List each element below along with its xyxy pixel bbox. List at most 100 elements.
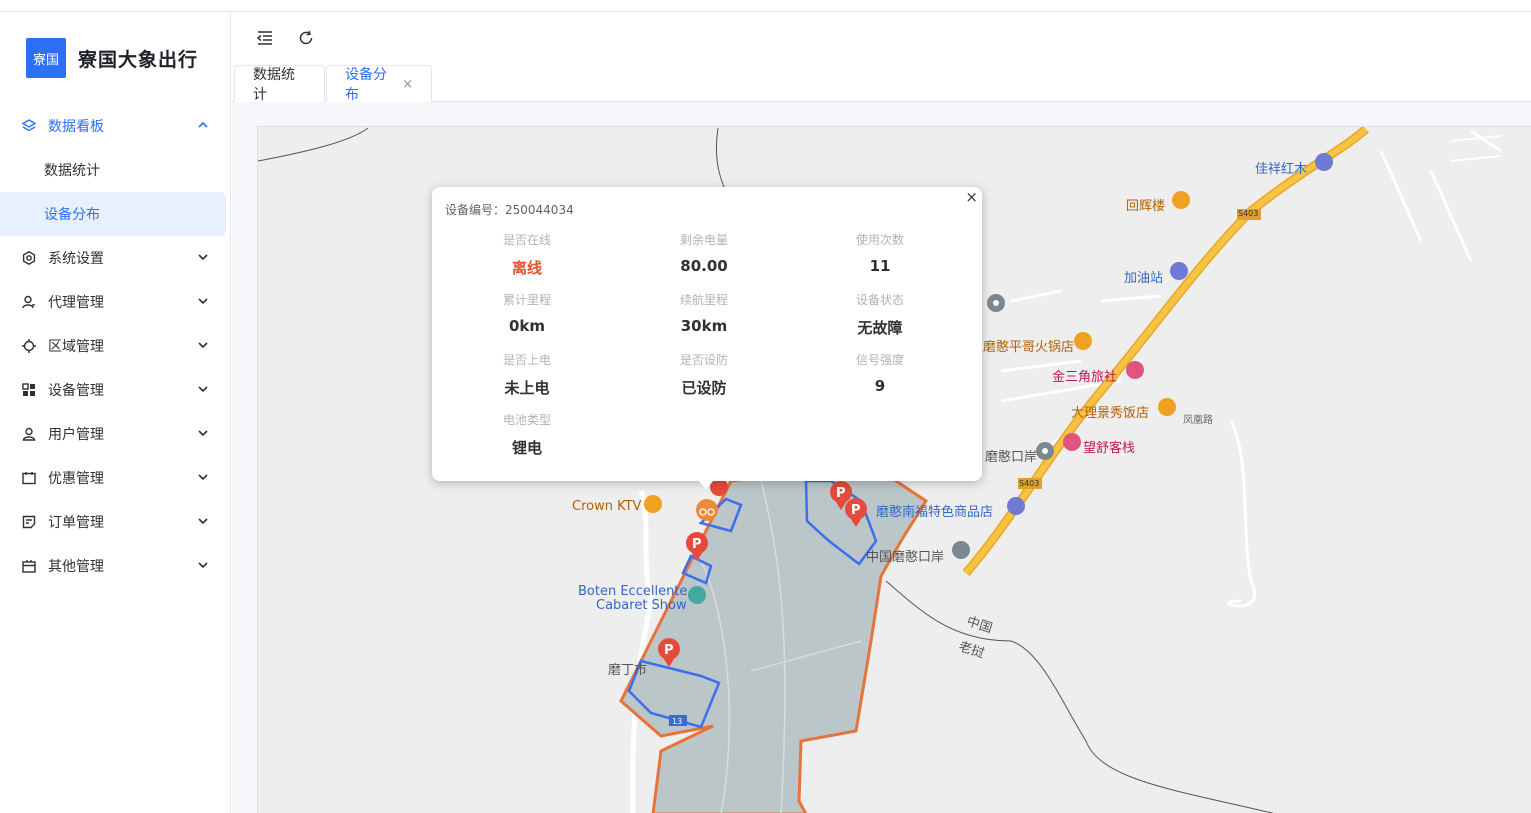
chevron-down-icon (198, 254, 208, 261)
field-label: 剩余电量 (679, 233, 728, 247)
star-pin-icon (952, 541, 970, 559)
field-armed: 是否设防 已设防 (609, 351, 799, 398)
chevron-down-icon (198, 430, 208, 437)
field-label: 累计里程 (502, 293, 551, 307)
device-info-popup: × 设备编号：250044034 是否在线 离线 剩余电量 80.00 使用次数… (432, 187, 982, 481)
poi-label[interactable]: Cabaret Show (596, 598, 687, 613)
restaurant-pin-icon (1158, 398, 1176, 416)
sidebar: 寮国 寮国大象出行 数据看板 数据统计 设备分布 系统设置 代理管理 区域管理 … (0, 12, 231, 813)
tab-statistics[interactable]: 数据统计 (234, 65, 325, 103)
logo-badge: 寮国 (26, 38, 66, 78)
sidebar-item-system-settings[interactable]: 系统设置 (0, 236, 231, 280)
sidebar-subitem-device-distribution[interactable]: 设备分布 (0, 192, 226, 236)
sidebar-item-discount-management[interactable]: 优惠管理 (0, 456, 231, 500)
sidebar-item-label: 优惠管理 (48, 471, 104, 487)
user-manage-icon (22, 295, 36, 309)
field-total-mileage: 累计里程 0km (432, 291, 622, 335)
sidebar-item-agent-management[interactable]: 代理管理 (0, 280, 231, 324)
field-value: 已设防 (681, 379, 727, 397)
poi-label[interactable]: 磨丁市 (608, 659, 647, 678)
field-label: 信号强度 (855, 353, 904, 367)
poi-label[interactable]: 回辉楼 (1126, 195, 1165, 214)
tab-label: 设备分布 (345, 67, 387, 103)
field-value: 9 (874, 377, 886, 395)
tab-device-distribution[interactable]: 设备分布 × (326, 65, 432, 103)
popup-close-button[interactable]: × (965, 188, 978, 206)
field-label: 是否上电 (502, 353, 551, 367)
field-value: 80.00 (680, 257, 728, 275)
sidebar-item-area-management[interactable]: 区域管理 (0, 324, 231, 368)
field-online: 是否在线 离线 (432, 231, 622, 278)
gas-station-pin-icon (1170, 262, 1188, 280)
tab-label: 数据统计 (253, 67, 295, 103)
sidebar-subitem-statistics[interactable]: 数据统计 (0, 148, 231, 192)
field-battery-type: 电池类型 锂电 (432, 411, 622, 458)
field-value: 锂电 (511, 439, 542, 457)
road-number-13: 13 (672, 717, 682, 726)
poi-label[interactable]: Crown KTV (572, 499, 641, 514)
field-value: 未上电 (504, 379, 550, 397)
poi-label[interactable]: 加油站 (1124, 267, 1163, 286)
field-signal: 信号强度 9 (785, 351, 975, 395)
parking-marker-label: P (664, 643, 674, 658)
shop-pin-icon (1315, 153, 1333, 171)
chevron-down-icon (198, 386, 208, 393)
sidebar-item-label: 代理管理 (48, 295, 104, 311)
chevron-up-icon (198, 121, 208, 128)
field-range: 续航里程 30km (609, 291, 799, 335)
popup-tail (697, 479, 715, 489)
sidebar-item-label: 数据看板 (48, 119, 104, 135)
poi-label[interactable]: 望舒客栈 (1083, 437, 1135, 456)
field-device-status: 设备状态 无故障 (785, 291, 975, 338)
field-value: 11 (869, 257, 891, 275)
field-label: 设备状态 (855, 293, 904, 307)
order-icon (22, 515, 36, 529)
poi-label[interactable]: 大理景秀饭店 (1071, 402, 1149, 421)
field-value: 0km (508, 317, 546, 335)
poi-label[interactable]: 磨憨口岸 (985, 446, 1037, 465)
field-battery: 剩余电量 80.00 (609, 231, 799, 275)
bar-pin-icon (644, 495, 662, 513)
logo: 寮国 寮国大象出行 (26, 38, 198, 78)
field-value: 离线 (511, 259, 542, 277)
poi-label[interactable]: Boten Eccellente (578, 584, 687, 599)
close-icon[interactable]: × (402, 77, 413, 92)
sidebar-item-device-management[interactable]: 设备管理 (0, 368, 231, 412)
refresh-button[interactable] (296, 28, 316, 48)
sidebar-item-other-management[interactable]: 其他管理 (0, 544, 231, 588)
layers-icon (22, 119, 36, 133)
field-label: 是否在线 (502, 233, 551, 247)
field-use-count: 使用次数 11 (785, 231, 975, 275)
hotel-pin-icon (1126, 361, 1144, 379)
poi-label[interactable]: 中国磨憨口岸 (866, 546, 944, 565)
poi-label[interactable]: 磨憨南福特色商品店 (876, 501, 993, 520)
parking-marker-label: P (836, 486, 846, 501)
sidebar-item-user-management[interactable]: 用户管理 (0, 412, 231, 456)
device-id: 设备编号：250044034 (445, 203, 574, 217)
sidebar-item-order-management[interactable]: 订单管理 (0, 500, 231, 544)
sidebar-item-label: 其他管理 (48, 559, 104, 575)
sidebar-item-dashboard[interactable]: 数据看板 (0, 104, 231, 148)
chevron-down-icon (198, 474, 208, 481)
app-title: 寮国大象出行 (78, 48, 199, 71)
sidebar-item-label: 设备管理 (48, 383, 104, 399)
indent-icon (256, 31, 272, 45)
grid-icon (22, 383, 36, 397)
poi-label[interactable]: 佳祥红木 (1255, 158, 1307, 177)
chevron-down-icon (198, 518, 208, 525)
sidebar-item-label: 用户管理 (48, 427, 104, 443)
poi-label[interactable]: 磨憨平哥火锅店 (983, 336, 1074, 355)
ticket-icon (22, 471, 36, 485)
refresh-icon (299, 30, 313, 45)
field-label: 是否设防 (679, 353, 728, 367)
poi-label[interactable]: 金三角旅社 (1052, 366, 1117, 385)
field-value: 30km (680, 317, 728, 335)
restaurant-pin-icon (1074, 332, 1092, 350)
field-value: 无故障 (857, 319, 903, 337)
road-label: S403 (1238, 209, 1259, 218)
restaurant-pin-icon (1172, 191, 1190, 209)
field-powered: 是否上电 未上电 (432, 351, 622, 398)
collapse-sidebar-button[interactable] (255, 28, 275, 48)
gear-icon (22, 251, 36, 265)
bike-marker[interactable] (696, 499, 718, 521)
